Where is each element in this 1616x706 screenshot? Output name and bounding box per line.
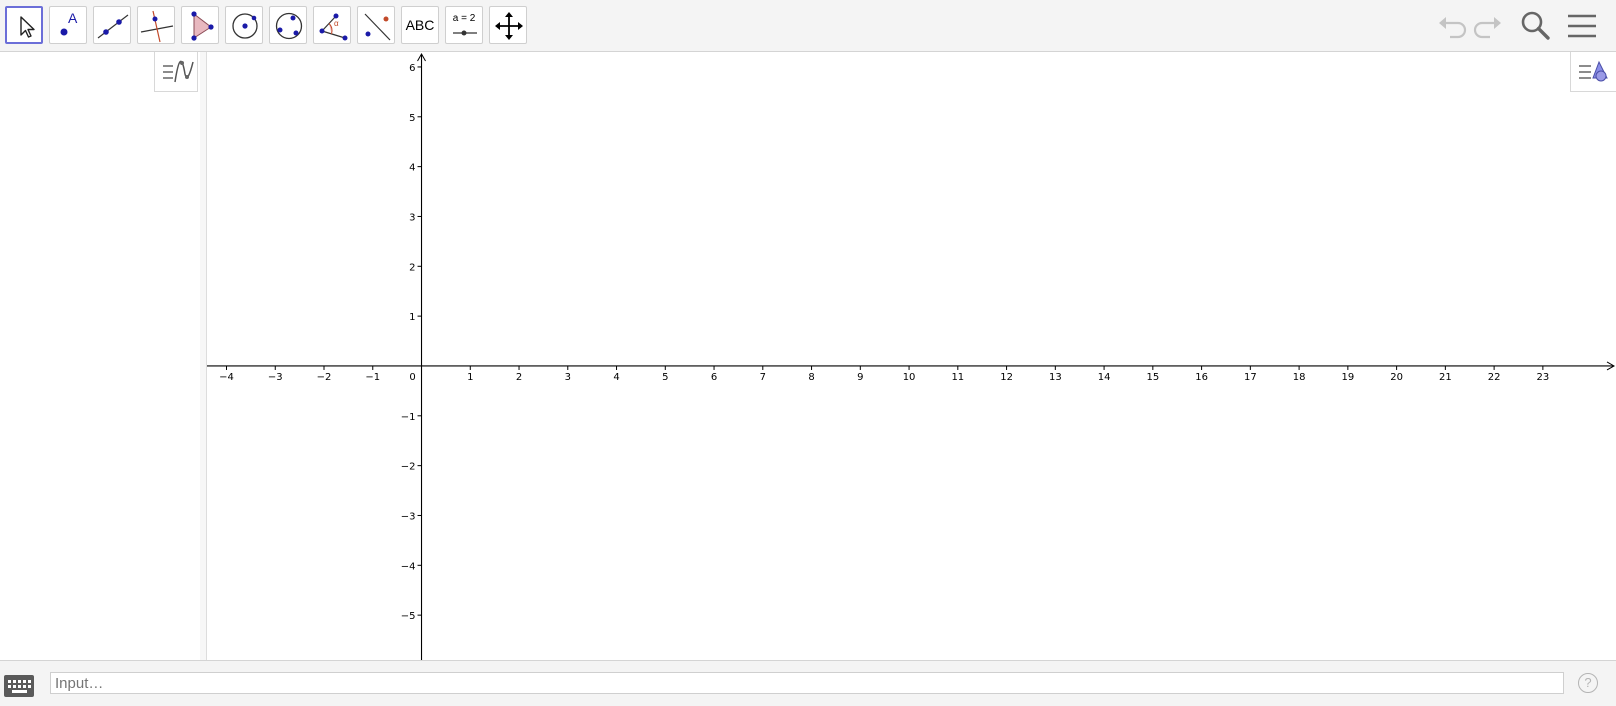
y-tick-label: 6	[409, 63, 415, 74]
circle-with-center-icon	[232, 13, 258, 39]
x-tick-label: 9	[857, 372, 863, 383]
algebra-style-bar-toggle[interactable]	[154, 52, 198, 92]
y-tick-label: 2	[409, 262, 415, 273]
undo-icon	[1439, 17, 1467, 39]
polygon-tool-button[interactable]	[181, 6, 219, 44]
algebra-view[interactable]	[0, 52, 201, 660]
x-tick-label: 2	[516, 372, 522, 383]
move-arrows-icon	[495, 12, 523, 40]
reflect-tool-button[interactable]	[357, 6, 395, 44]
undo-button[interactable]	[1434, 8, 1470, 44]
y-tick-label: 5	[409, 113, 415, 124]
slider-icon	[453, 30, 477, 36]
x-tick-label: 20	[1390, 372, 1403, 383]
x-tick-label: 3	[565, 372, 571, 383]
x-tick-label: −2	[317, 372, 332, 383]
graphics-style-bar-icon	[1579, 60, 1608, 82]
x-tick-label: 17	[1244, 372, 1257, 383]
redo-icon	[1473, 17, 1501, 39]
y-tick-label: −4	[401, 561, 416, 572]
line-tool-button[interactable]	[93, 6, 131, 44]
x-tick-label: 19	[1341, 372, 1354, 383]
search-icon	[1521, 11, 1550, 40]
x-tick-label: 0	[409, 372, 415, 383]
virtual-keyboard-button[interactable]	[4, 675, 34, 697]
polygon-icon	[191, 11, 214, 41]
circle-center-point-tool-button[interactable]	[225, 6, 263, 44]
x-tick-label: 13	[1049, 372, 1062, 383]
x-tick-label: 8	[808, 372, 814, 383]
text-tool-button[interactable]: ABC	[401, 6, 439, 44]
angle-tool-label: α	[334, 19, 339, 28]
circle-three-points-tool-button[interactable]	[269, 6, 307, 44]
input-help-button[interactable]: ?	[1578, 673, 1598, 693]
x-tick-label: −1	[365, 372, 380, 383]
x-tick-label: −3	[268, 372, 283, 383]
x-tick-label: 4	[613, 372, 619, 383]
angle-icon	[319, 13, 348, 41]
y-tick-label: 3	[409, 212, 415, 223]
input-field[interactable]	[50, 672, 1564, 694]
perpendicular-line-icon	[140, 10, 174, 43]
main-menu-button[interactable]	[1564, 8, 1600, 44]
input-bar: ?	[0, 660, 1616, 706]
search-button[interactable]	[1517, 8, 1553, 44]
circle-through-points-icon	[275, 12, 303, 40]
reflect-about-line-icon	[364, 13, 391, 41]
panel-divider[interactable]	[200, 52, 207, 660]
x-tick-label: 21	[1439, 372, 1452, 383]
graphics-style-bar-toggle[interactable]	[1570, 52, 1616, 92]
y-tick-label: −5	[401, 611, 416, 622]
keyboard-icon	[8, 680, 31, 693]
x-tick-label: 14	[1098, 372, 1111, 383]
y-tick-label: 4	[409, 163, 415, 174]
x-tick-label: 5	[662, 372, 668, 383]
x-tick-label: 1	[467, 372, 473, 383]
algebra-style-bar-icon	[163, 60, 194, 83]
text-tool-label: ABC	[405, 17, 435, 33]
toolbar: A α ABC a = 2	[0, 0, 1616, 52]
move-tool-button[interactable]	[5, 6, 43, 44]
arrow-cursor-icon	[20, 16, 35, 38]
x-tick-label: 11	[951, 372, 964, 383]
point-tool-button[interactable]: A	[49, 6, 87, 44]
y-tick-label: −2	[401, 462, 416, 473]
x-tick-label: 16	[1195, 372, 1208, 383]
y-tick-label: −1	[401, 412, 416, 423]
x-tick-label: −4	[219, 372, 234, 383]
y-tick-label: 1	[409, 312, 415, 323]
slider-tool-button[interactable]: a = 2	[445, 6, 483, 44]
menu-icon	[1568, 14, 1596, 38]
x-tick-label: 23	[1537, 372, 1550, 383]
point-tool-label: A	[68, 10, 78, 26]
graphics-view[interactable]: −4 −3 −2 −1 0 1 2 3 4 5 6 7 8 9 10 11 12 13 14 15 16 17 18 19 20…	[207, 52, 1616, 660]
y-tick-label: −3	[401, 511, 416, 522]
x-tick-label: 7	[760, 372, 766, 383]
x-tick-label: 6	[711, 372, 717, 383]
x-tick-label: 10	[903, 372, 916, 383]
x-tick-label: 22	[1488, 372, 1501, 383]
line-icon	[97, 14, 129, 39]
x-tick-label: 18	[1293, 372, 1306, 383]
perpendicular-tool-button[interactable]	[137, 6, 175, 44]
x-tick-label: 12	[1000, 372, 1013, 383]
redo-button[interactable]	[1470, 8, 1506, 44]
x-tick-label: 15	[1146, 372, 1159, 383]
coordinate-plane[interactable]: −4 −3 −2 −1 0 1 2 3 4 5 6 7 8 9 10 11 12 13 14 15 16 17 18 19 20…	[207, 52, 1616, 660]
move-graphics-view-tool-button[interactable]	[489, 6, 527, 44]
angle-tool-button[interactable]: α	[313, 6, 351, 44]
